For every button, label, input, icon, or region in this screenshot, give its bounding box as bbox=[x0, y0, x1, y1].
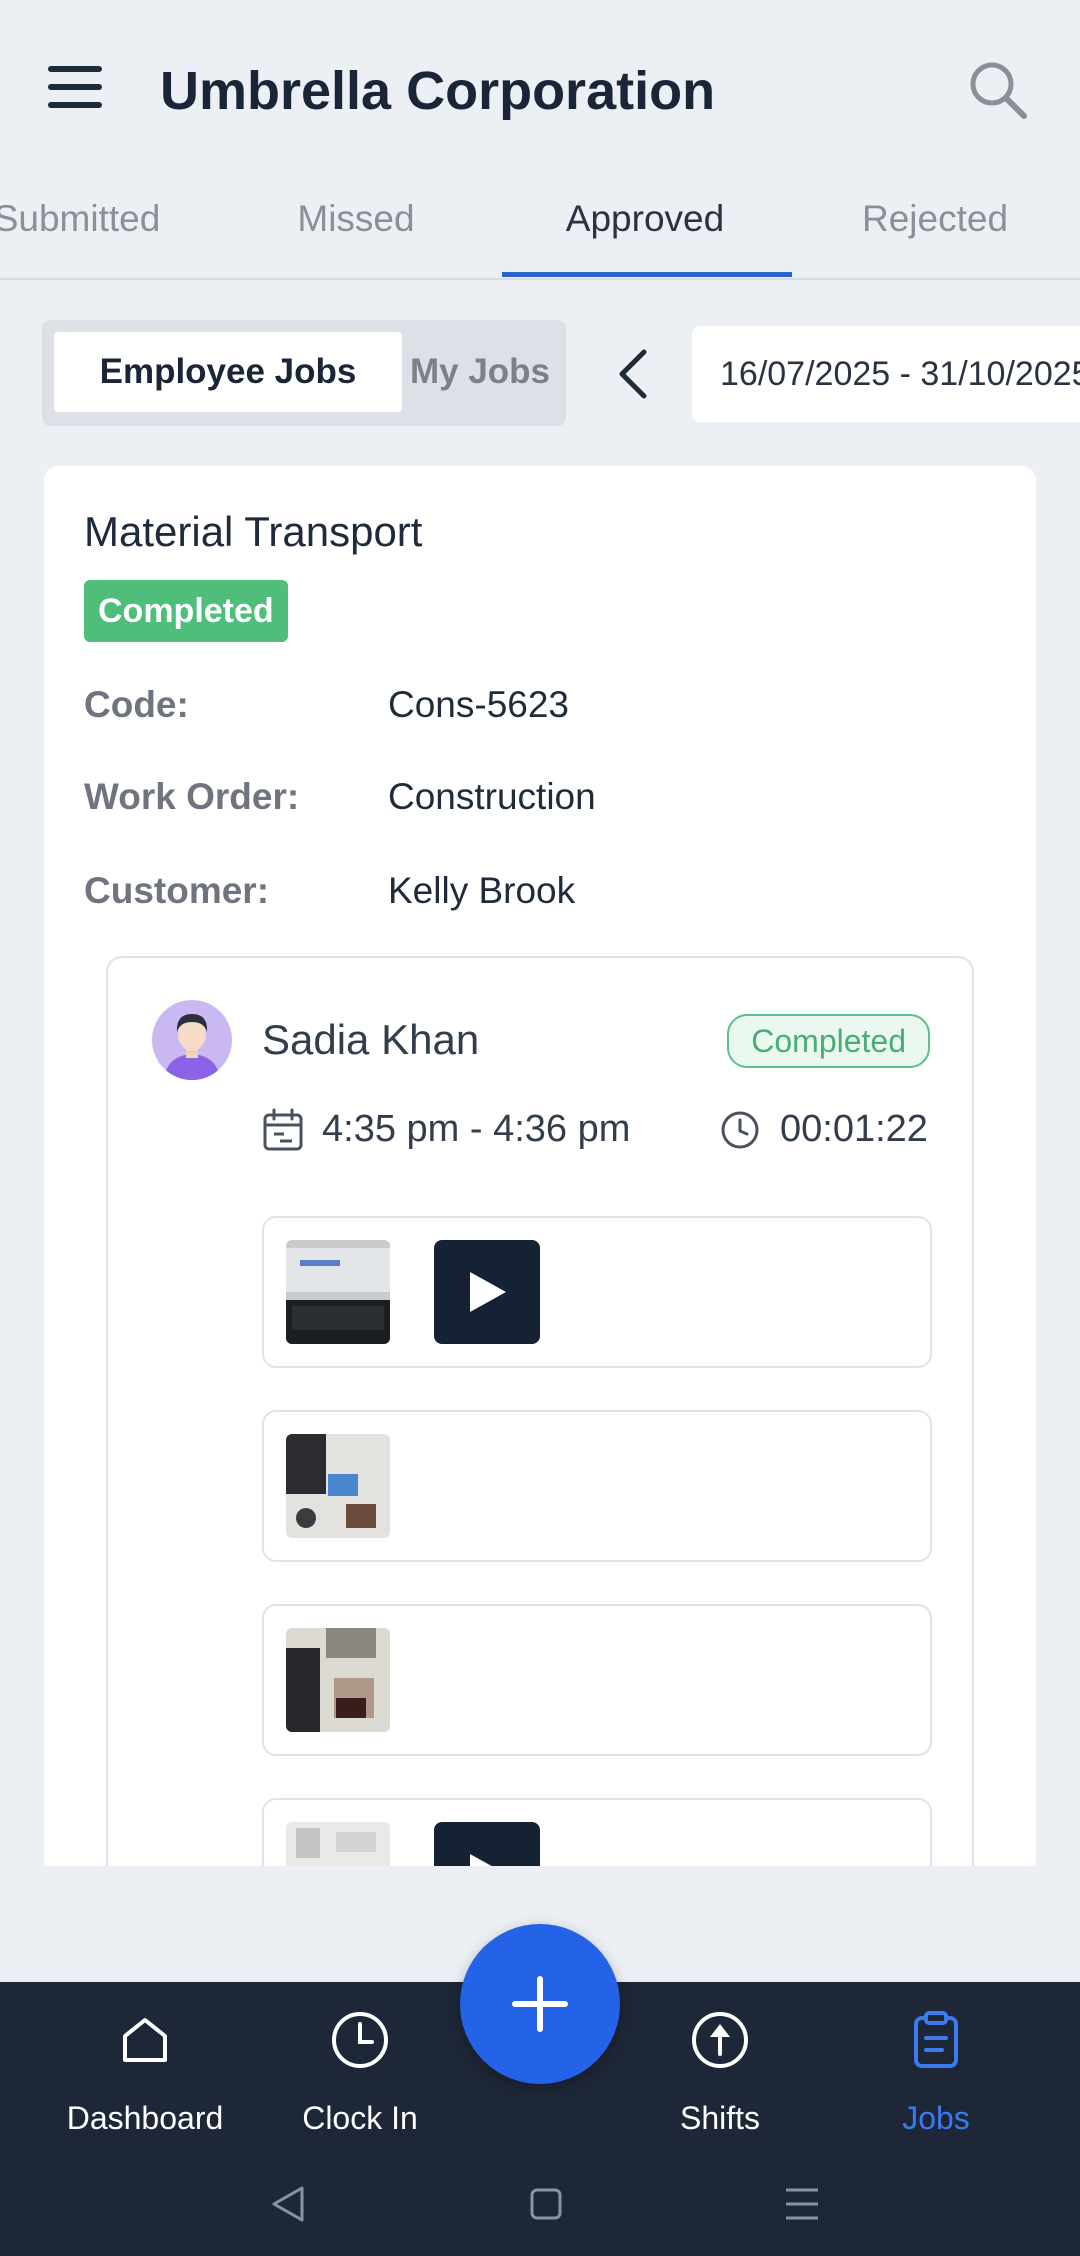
code-value: Cons-5623 bbox=[388, 684, 570, 725]
nav-dashboard-label: Dashboard bbox=[66, 2100, 224, 2136]
clock-icon bbox=[332, 2012, 388, 2068]
tab-rejected[interactable]: Rejected bbox=[790, 180, 1080, 278]
employee-entry-card[interactable]: Sadia Khan Completed 4:35 pm - 4:36 pm 0… bbox=[106, 956, 974, 1866]
photo-thumbnail[interactable] bbox=[286, 1434, 390, 1538]
system-nav-bar bbox=[0, 2158, 1080, 2256]
nav-shifts-label: Shifts bbox=[679, 2100, 761, 2136]
job-status-badge: Completed bbox=[84, 580, 288, 642]
chevron-left-icon[interactable] bbox=[608, 340, 656, 408]
jobs-toggle: Employee Jobs My Jobs bbox=[42, 320, 566, 426]
home-icon bbox=[123, 2018, 167, 2062]
recents-icon[interactable] bbox=[772, 2174, 832, 2234]
job-title: Material Transport bbox=[84, 508, 423, 555]
upload-circle-icon bbox=[692, 2012, 748, 2068]
tab-approved[interactable]: Approved bbox=[500, 180, 790, 278]
search-icon[interactable] bbox=[966, 58, 1030, 122]
active-tab-indicator bbox=[502, 272, 792, 277]
work-order-value: Construction bbox=[388, 776, 596, 817]
calendar-icon bbox=[262, 1108, 304, 1152]
work-order-label: Work Order: bbox=[84, 776, 300, 817]
home-button-icon[interactable] bbox=[516, 2174, 576, 2234]
media-item[interactable] bbox=[262, 1604, 932, 1756]
nav-clock-in-label: Clock In bbox=[302, 2100, 418, 2136]
customer-value: Kelly Brook bbox=[388, 870, 576, 911]
code-label: Code: bbox=[84, 684, 189, 725]
tab-submitted[interactable]: Submitted bbox=[0, 180, 222, 278]
avatar bbox=[152, 1000, 232, 1080]
customer-label: Customer: bbox=[84, 870, 270, 911]
media-item[interactable] bbox=[262, 1216, 932, 1368]
clock-icon bbox=[720, 1110, 760, 1150]
back-icon[interactable] bbox=[258, 2174, 318, 2234]
job-card[interactable]: Material Transport Completed Code: Cons-… bbox=[44, 466, 1036, 1866]
nav-jobs-label: Jobs bbox=[902, 2100, 970, 2136]
tab-missed[interactable]: Missed bbox=[211, 180, 501, 278]
media-item[interactable] bbox=[262, 1798, 932, 1866]
photo-thumbnail[interactable] bbox=[286, 1240, 390, 1344]
date-range-field[interactable]: 16/07/2025 - 31/10/2025 bbox=[692, 326, 1080, 422]
nav-jobs[interactable]: Jobs bbox=[828, 1982, 1044, 2152]
employee-name: Sadia Khan bbox=[262, 1016, 480, 1063]
entry-status-badge: Completed bbox=[727, 1014, 930, 1068]
add-button[interactable] bbox=[460, 1924, 620, 2084]
nav-dashboard[interactable]: Dashboard bbox=[37, 1982, 253, 2152]
employee-jobs-button[interactable]: Employee Jobs bbox=[54, 332, 402, 412]
video-play-icon[interactable] bbox=[434, 1822, 540, 1866]
clipboard-icon bbox=[914, 2011, 958, 2068]
my-jobs-button[interactable]: My Jobs bbox=[404, 332, 556, 412]
nav-clock-in[interactable]: Clock In bbox=[252, 1982, 468, 2152]
photo-thumbnail[interactable] bbox=[286, 1822, 390, 1866]
media-item[interactable] bbox=[262, 1410, 932, 1562]
nav-shifts[interactable]: Shifts bbox=[612, 1982, 828, 2152]
video-play-icon[interactable] bbox=[434, 1240, 540, 1344]
app-title: Umbrella Corporation bbox=[160, 61, 716, 121]
duration: 00:01:22 bbox=[780, 1108, 928, 1150]
time-range: 4:35 pm - 4:36 pm bbox=[322, 1108, 631, 1150]
app-header: Umbrella Corporation bbox=[0, 0, 1080, 180]
menu-icon[interactable] bbox=[44, 58, 108, 114]
photo-thumbnail[interactable] bbox=[286, 1628, 390, 1732]
status-tabs: Submitted Missed Approved Rejected bbox=[0, 180, 1080, 280]
